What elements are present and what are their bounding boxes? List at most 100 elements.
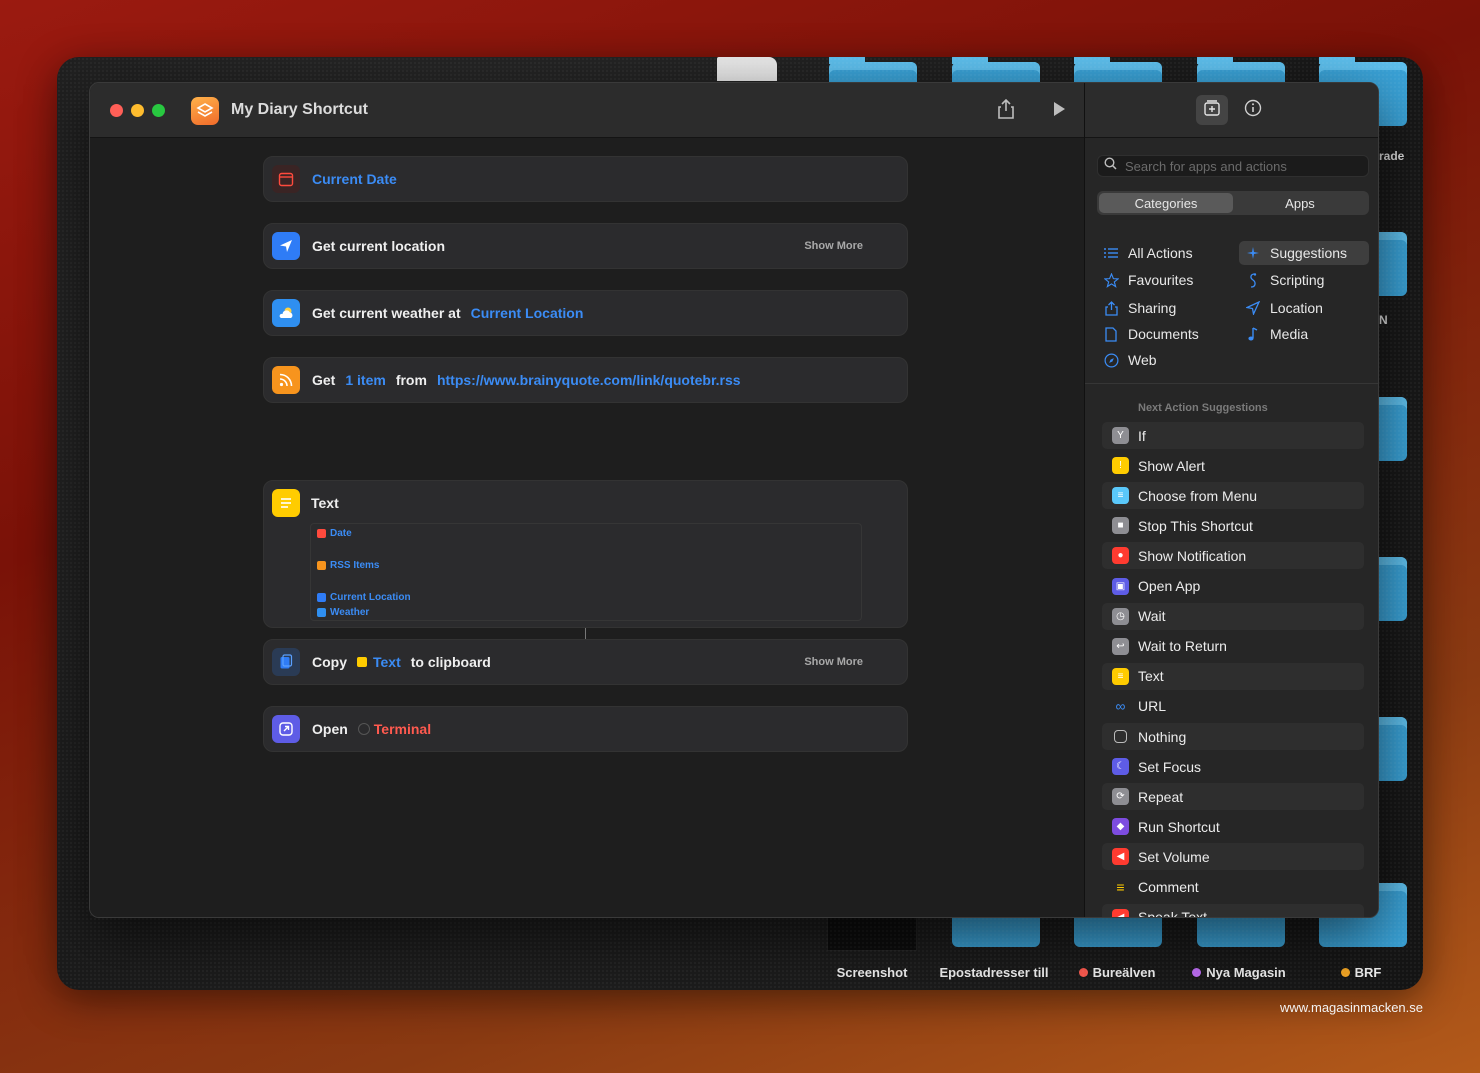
suggestion-show-notification[interactable]: ● Show Notification (1102, 542, 1364, 570)
suggestion-label: Show Notification (1138, 547, 1247, 564)
action-label: to clipboard (410, 654, 491, 670)
suggestion-choose-from-menu[interactable]: ≡ Choose from Menu (1102, 482, 1364, 510)
zoom-button[interactable] (152, 104, 165, 117)
weather-icon (317, 608, 326, 617)
suggestion-run-shortcut[interactable]: ◆ Run Shortcut (1102, 813, 1364, 840)
variable-rss-items[interactable]: RSS Items (317, 560, 379, 571)
terminal-token[interactable]: Terminal (374, 721, 431, 737)
play-icon (1051, 101, 1067, 122)
suggestion-label: Show Alert (1138, 457, 1205, 474)
desktop-item-fragment: rade (1379, 149, 1405, 163)
action-text[interactable]: Text Date RSS Items Current Location Wea… (263, 480, 908, 628)
bell-icon: ● (1112, 547, 1129, 565)
action-label: Get (312, 372, 336, 388)
share-icon (997, 98, 1015, 124)
variable-date[interactable]: Date (317, 528, 352, 539)
suggestion-set-focus[interactable]: ☾ Set Focus (1102, 753, 1364, 780)
text-variable-icon (357, 657, 367, 667)
suggestion-open-app[interactable]: ▣ Open App (1102, 573, 1364, 600)
shortcuts-app-icon (191, 97, 219, 125)
variable-weather[interactable]: Weather (317, 607, 369, 618)
suggestion-url[interactable]: ∞ URL (1102, 693, 1364, 720)
suggestion-wait[interactable]: ◷ Wait (1102, 602, 1364, 630)
speaker-icon: ◀ (1112, 848, 1129, 866)
action-copy-to-clipboard[interactable]: Copy Text to clipboard Show More (263, 639, 908, 685)
text-field[interactable]: Date RSS Items Current Location Weather (310, 523, 862, 621)
run-button[interactable] (1047, 99, 1071, 123)
action-connector (585, 628, 586, 639)
suggestion-set-volume[interactable]: ◀ Set Volume (1102, 843, 1364, 871)
suggestion-speak-text[interactable]: ◀ Speak Text (1102, 903, 1364, 917)
item-count-token[interactable]: 1 item (345, 372, 385, 388)
titlebar: My Diary Shortcut (90, 83, 1084, 138)
desktop-item-label[interactable]: Screenshot (802, 965, 942, 980)
action-get-weather[interactable]: Get current weather at Current Location (263, 290, 908, 336)
suggestion-label: Text (1138, 668, 1164, 685)
action-current-date[interactable]: Current Date (263, 156, 908, 202)
comment-icon: ≡ (1116, 879, 1125, 895)
location-arrow-icon (272, 232, 300, 260)
clock-icon: ◷ (1112, 607, 1129, 625)
suggestion-label: Set Focus (1138, 758, 1202, 775)
suggestion-show-alert[interactable]: ! Show Alert (1102, 452, 1364, 479)
suggestion-text[interactable]: ≡ Text (1102, 662, 1364, 690)
alert-icon: ! (1112, 457, 1129, 475)
variable-current-location[interactable]: Current Location (317, 592, 411, 603)
screenshot-thumbnail[interactable] (827, 917, 917, 951)
link-icon: ∞ (1115, 698, 1126, 715)
open-app-icon (272, 715, 300, 743)
desktop-item-label[interactable]: Nya Magasin (1169, 965, 1309, 980)
tag-dot-icon (1078, 968, 1088, 977)
minimize-button[interactable] (131, 104, 144, 117)
desktop-item-text: Nya Magasin (1206, 965, 1286, 980)
shortcut-editor: Current Date Get current location Show M… (90, 138, 1084, 917)
desktop-item-text: Epostadresser till (939, 965, 1049, 980)
suggestion-label: Repeat (1138, 788, 1184, 805)
action-get-location[interactable]: Get current location Show More (263, 223, 908, 269)
action-label: Text (311, 495, 339, 511)
action-open-app[interactable]: Open Terminal (263, 706, 908, 752)
suggestion-nothing[interactable]: Nothing (1102, 723, 1364, 750)
action-label: Get current location (312, 238, 446, 254)
shortcuts-icon: ◆ (1112, 818, 1129, 836)
tag-dot-icon (1192, 968, 1202, 977)
document-icon[interactable] (717, 57, 777, 81)
branch-icon: Y (1112, 427, 1129, 444)
suggestion-label: Run Shortcut (1138, 818, 1220, 835)
action-get-rss[interactable]: Get 1 item from https://www.brainyquote.… (263, 357, 908, 403)
empty-icon (1114, 730, 1127, 743)
location-token[interactable]: Current Location (471, 305, 584, 321)
close-button[interactable] (110, 104, 123, 117)
variable-label: Date (330, 528, 352, 539)
suggestions-list: Y If! Show Alert ≡ Choose from Menu ■ Stop Thi… (1085, 83, 1378, 917)
text-icon: ≡ (1112, 667, 1129, 685)
action-library-sidebar: Categories Apps All Actions Favourites S… (1084, 83, 1378, 917)
suggestion-repeat[interactable]: ⟳ Repeat (1102, 783, 1364, 811)
suggestion-stop-this-shortcut[interactable]: ■ Stop This Shortcut (1102, 512, 1364, 539)
rss-url-token[interactable]: https://www.brainyquote.com/link/quotebr… (437, 372, 741, 388)
current-date-token[interactable]: Current Date (312, 171, 397, 187)
desktop-item-text: Screenshot (836, 965, 908, 980)
show-more-button[interactable]: Show More (804, 240, 863, 252)
suggestion-label: Open App (1138, 578, 1201, 594)
moon-icon: ☾ (1112, 758, 1129, 776)
shortcuts-window: My Diary Shortcut Current Date Get curre… (89, 82, 1379, 918)
window-title: My Diary Shortcut (231, 101, 368, 118)
desktop-item-label[interactable]: BRF (1291, 965, 1423, 980)
suggestion-if[interactable]: Y If (1102, 422, 1364, 449)
share-button[interactable] (994, 98, 1018, 124)
text-token[interactable]: Text (373, 654, 401, 670)
stop-icon: ■ (1112, 517, 1129, 535)
calendar-icon (317, 529, 326, 538)
variable-label: RSS Items (330, 560, 380, 571)
suggestion-wait-to-return[interactable]: ↩ Wait to Return (1102, 633, 1364, 660)
desktop-item-label[interactable]: Bureälven (1047, 965, 1187, 980)
suggestion-label: Choose from Menu (1138, 487, 1258, 504)
suggestion-comment[interactable]: ≡ Comment (1102, 874, 1364, 901)
show-more-button[interactable]: Show More (804, 656, 863, 668)
desktop-item-label[interactable]: Epostadresser till (924, 965, 1064, 980)
calendar-icon (272, 165, 300, 193)
terminal-app-icon (357, 723, 370, 735)
suggestion-label: URL (1138, 698, 1167, 715)
desktop-item-text: BRF (1354, 965, 1382, 980)
